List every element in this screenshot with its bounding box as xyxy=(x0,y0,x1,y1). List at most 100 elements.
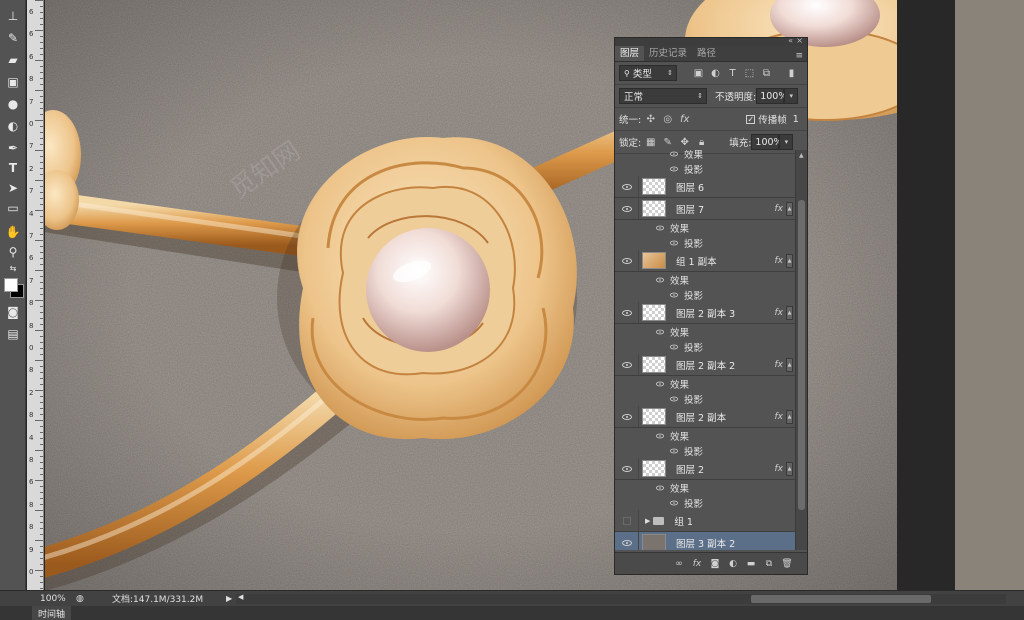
eye-icon[interactable] xyxy=(670,344,678,349)
filter-pixel-icon[interactable]: ▣ xyxy=(691,66,706,81)
effects-expand-arrow-icon[interactable]: ▲ xyxy=(786,305,793,320)
visibility-toggle[interactable] xyxy=(615,302,639,323)
eye-icon[interactable] xyxy=(670,151,678,156)
scrollbar-thumb[interactable] xyxy=(798,200,805,510)
status-menu-arrow-icon[interactable]: ▶ xyxy=(226,594,232,603)
tab-history[interactable]: 历史记录 xyxy=(644,44,692,61)
eye-icon[interactable] xyxy=(670,448,678,453)
eraser-tool-icon[interactable]: ▰ xyxy=(3,50,23,70)
layer-row[interactable]: 图层 2 副本 2 fx ▲ xyxy=(615,354,795,376)
default-colors-icon[interactable]: ⇆ xyxy=(3,258,23,278)
blur-tool-icon[interactable]: ● xyxy=(3,94,23,114)
lock-image-icon[interactable]: ✎ xyxy=(660,135,675,150)
fill-slider-button[interactable]: ▾ xyxy=(779,134,794,150)
panel-menu-icon[interactable]: ≡ xyxy=(795,51,807,61)
layer-thumbnail[interactable] xyxy=(642,178,666,195)
filter-shape-icon[interactable]: ⬚ xyxy=(742,66,757,81)
quick-mask-icon[interactable]: ◙ xyxy=(3,302,23,322)
layer-effects-icon[interactable]: fx xyxy=(775,412,784,422)
horizontal-scrollbar-thumb[interactable] xyxy=(751,595,931,603)
fill-input[interactable]: 100% xyxy=(751,134,783,150)
new-group-icon[interactable]: ▬ xyxy=(745,558,757,570)
eye-icon[interactable] xyxy=(656,329,664,334)
tab-timeline[interactable]: 时间轴 xyxy=(32,606,72,620)
filter-smart-object-icon[interactable]: ⧉ xyxy=(759,66,774,81)
filter-type-icon[interactable]: T xyxy=(725,66,740,81)
new-layer-icon[interactable]: ⧉ xyxy=(763,558,775,570)
layer-effects-icon[interactable]: fx xyxy=(775,256,784,266)
new-adjustment-layer-icon[interactable]: ◐ xyxy=(727,558,739,570)
layer-thumbnail[interactable] xyxy=(642,252,666,269)
layer-row[interactable]: 图层 6 xyxy=(615,176,795,198)
type-tool-icon[interactable]: T xyxy=(3,158,23,178)
collapse-panel-icon[interactable]: « xyxy=(788,36,793,45)
eye-icon[interactable] xyxy=(656,485,664,490)
layer-row[interactable]: 图层 2 副本 fx ▲ xyxy=(615,406,795,428)
path-selection-tool-icon[interactable]: ➤ xyxy=(3,178,23,198)
visibility-toggle[interactable] xyxy=(615,354,639,375)
opacity-slider-button[interactable]: ▾ xyxy=(784,88,799,104)
clone-stamp-tool-icon[interactable]: ⊥ xyxy=(3,6,23,26)
scroll-left-arrow-icon[interactable]: ◀ xyxy=(238,593,243,601)
hand-tool-icon[interactable]: ✋ xyxy=(3,222,23,242)
scroll-up-arrow-icon[interactable]: ▲ xyxy=(799,152,804,159)
propagate-checkbox[interactable]: ✓ xyxy=(746,114,756,124)
eye-icon[interactable] xyxy=(670,396,678,401)
lock-position-icon[interactable]: ✥ xyxy=(677,135,692,150)
tab-paths[interactable]: 路径 xyxy=(692,44,721,61)
effects-row[interactable]: 效果 xyxy=(615,428,795,443)
layer-name[interactable]: 图层 3 副本 2 xyxy=(676,536,735,550)
eye-icon[interactable] xyxy=(670,240,678,245)
layer-thumbnail[interactable] xyxy=(642,304,666,321)
opacity-input[interactable]: 100% xyxy=(756,88,787,104)
layer-thumbnail[interactable] xyxy=(642,460,666,477)
expand-triangle-icon[interactable]: ▶ xyxy=(645,517,650,525)
layer-row[interactable]: 组 1 副本 fx ▲ xyxy=(615,250,795,272)
eye-icon[interactable] xyxy=(670,500,678,505)
unify-position-icon[interactable]: ✣ xyxy=(643,112,658,127)
layer-list-scrollbar[interactable]: ▲ xyxy=(795,150,807,550)
layer-group-row[interactable]: ▶ 组 1 xyxy=(615,510,795,532)
effects-row[interactable]: 效果 xyxy=(615,324,795,339)
add-layer-style-icon[interactable]: fx xyxy=(691,558,703,570)
layer-name[interactable]: 图层 2 副本 xyxy=(676,410,726,424)
hidden-visibility-box[interactable] xyxy=(622,516,631,525)
effect-row[interactable]: 投影 xyxy=(615,339,795,354)
layer-name[interactable]: 图层 2 副本 3 xyxy=(676,306,735,320)
filter-toggle-icon[interactable]: ▮ xyxy=(784,66,799,81)
layer-name[interactable]: 组 1 xyxy=(674,514,693,528)
link-layers-icon[interactable]: ∞ xyxy=(673,558,685,570)
proof-icon[interactable]: ◍ xyxy=(76,594,84,604)
effect-row[interactable]: 投影 xyxy=(615,287,795,302)
effect-row[interactable]: 投影 xyxy=(615,391,795,406)
effect-row[interactable]: 投影 xyxy=(615,495,795,510)
layer-thumbnail[interactable] xyxy=(642,408,666,425)
layer-row[interactable]: 图层 3 副本 2 xyxy=(615,532,795,550)
layer-row[interactable]: 图层 7 fx ▲ xyxy=(615,198,795,220)
history-brush-tool-icon[interactable]: ✎ xyxy=(3,28,23,48)
layer-effects-icon[interactable]: fx xyxy=(775,308,784,318)
dodge-tool-icon[interactable]: ◐ xyxy=(3,116,23,136)
layer-name[interactable]: 组 1 副本 xyxy=(676,254,717,268)
visibility-toggle[interactable] xyxy=(615,532,639,550)
effects-expand-arrow-icon[interactable]: ▲ xyxy=(786,461,793,476)
blend-mode-dropdown[interactable]: 正常 ⇕ xyxy=(619,88,707,104)
tab-layers[interactable]: 图层 xyxy=(615,44,645,61)
effects-expand-arrow-icon[interactable]: ▲ xyxy=(786,357,793,372)
layer-thumbnail[interactable] xyxy=(642,534,666,550)
eye-icon[interactable] xyxy=(656,277,664,282)
eye-icon[interactable] xyxy=(656,225,664,230)
add-mask-icon[interactable]: ◙ xyxy=(709,558,721,570)
effects-row[interactable]: 效果 xyxy=(615,220,795,235)
layer-effects-icon[interactable]: fx xyxy=(775,360,784,370)
unify-visibility-icon[interactable]: ◎ xyxy=(660,112,675,127)
visibility-toggle[interactable] xyxy=(615,250,639,271)
filter-adjustment-icon[interactable]: ◐ xyxy=(708,66,723,81)
eye-icon[interactable] xyxy=(656,381,664,386)
effects-expand-arrow-icon[interactable]: ▲ xyxy=(786,201,793,216)
gradient-tool-icon[interactable]: ▣ xyxy=(3,72,23,92)
effects-expand-arrow-icon[interactable]: ▲ xyxy=(786,409,793,424)
visibility-toggle[interactable] xyxy=(615,198,639,219)
eye-icon[interactable] xyxy=(656,433,664,438)
visibility-toggle[interactable] xyxy=(615,176,639,197)
